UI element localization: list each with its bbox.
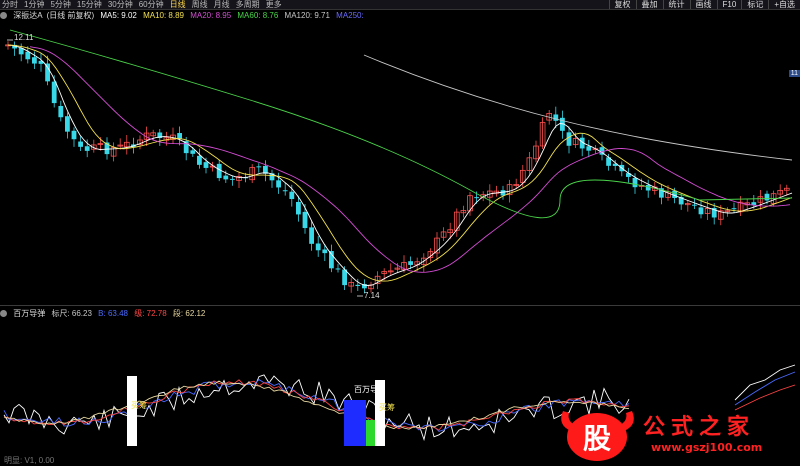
signal-bar-green — [366, 420, 375, 446]
candle-body — [698, 207, 704, 215]
logo-char: 股 — [583, 422, 611, 455]
candle-body — [197, 155, 202, 165]
bull-logo-icon: 股 — [561, 411, 634, 461]
candle-body — [276, 180, 281, 188]
watermark-url: www.gszj100.com — [651, 441, 763, 454]
candle-body — [315, 243, 321, 251]
indicator-line — [3, 380, 630, 430]
ma-line — [7, 44, 793, 282]
signal-label-1: 买筹 — [131, 400, 147, 410]
candle-body — [586, 146, 592, 151]
indicator-line — [3, 374, 630, 442]
candle-body — [296, 201, 301, 215]
candle-body — [731, 208, 737, 210]
ma-line — [7, 44, 793, 286]
candlesticks — [5, 41, 790, 294]
signal-bar-blue — [344, 400, 366, 446]
watermark: 股 公式之家 www.gszj100.com — [555, 403, 800, 464]
candle-body — [71, 130, 77, 140]
candle-body — [289, 191, 295, 200]
candle-body — [566, 132, 572, 146]
candle-body — [25, 51, 31, 60]
candle-body — [177, 133, 182, 139]
footer-label: 明显: V1, 0.00 — [4, 456, 55, 465]
candle-body — [355, 284, 361, 286]
moving-average-lines — [7, 29, 793, 286]
candle-body — [302, 211, 308, 229]
candle-body — [32, 57, 37, 64]
candle-body — [335, 268, 341, 270]
watermark-title: 公式之家 — [643, 415, 756, 440]
candle-body — [692, 204, 697, 206]
candle-body — [309, 227, 314, 244]
candle-body — [45, 63, 50, 82]
candle-body — [645, 184, 651, 191]
indicator-tail-line — [734, 364, 796, 401]
candle-body — [256, 166, 262, 168]
signal-label-2: 买筹 — [379, 402, 395, 412]
candle-body — [58, 105, 64, 118]
candle-body — [632, 177, 638, 188]
candle-body — [190, 150, 196, 154]
signal-bar-label: 百万导 — [354, 385, 378, 394]
candle-body — [78, 141, 83, 147]
candle-body — [342, 269, 347, 286]
candle-body — [408, 261, 413, 265]
candle-body — [51, 81, 57, 104]
candle-body — [672, 190, 677, 198]
price-chart-canvas[interactable]: 12.11 7.14 买筹 买筹 百万导 — [0, 0, 800, 464]
candle-body — [474, 197, 479, 199]
candle-body — [553, 114, 559, 121]
candle-body — [84, 146, 90, 151]
candle-body — [322, 249, 328, 254]
candle-body — [65, 116, 70, 132]
candle-body — [764, 193, 770, 201]
indicator-tail-line — [734, 371, 796, 406]
candle-body — [500, 190, 506, 196]
candle-body — [230, 178, 235, 180]
low-price-label: 7.14 — [364, 291, 380, 300]
signal-bar-white-1 — [127, 376, 137, 446]
candle-body — [282, 190, 288, 192]
candle-body — [203, 162, 209, 168]
high-price-label: 12.11 — [14, 33, 34, 42]
candle-body — [216, 163, 222, 179]
candle-body — [223, 175, 229, 180]
